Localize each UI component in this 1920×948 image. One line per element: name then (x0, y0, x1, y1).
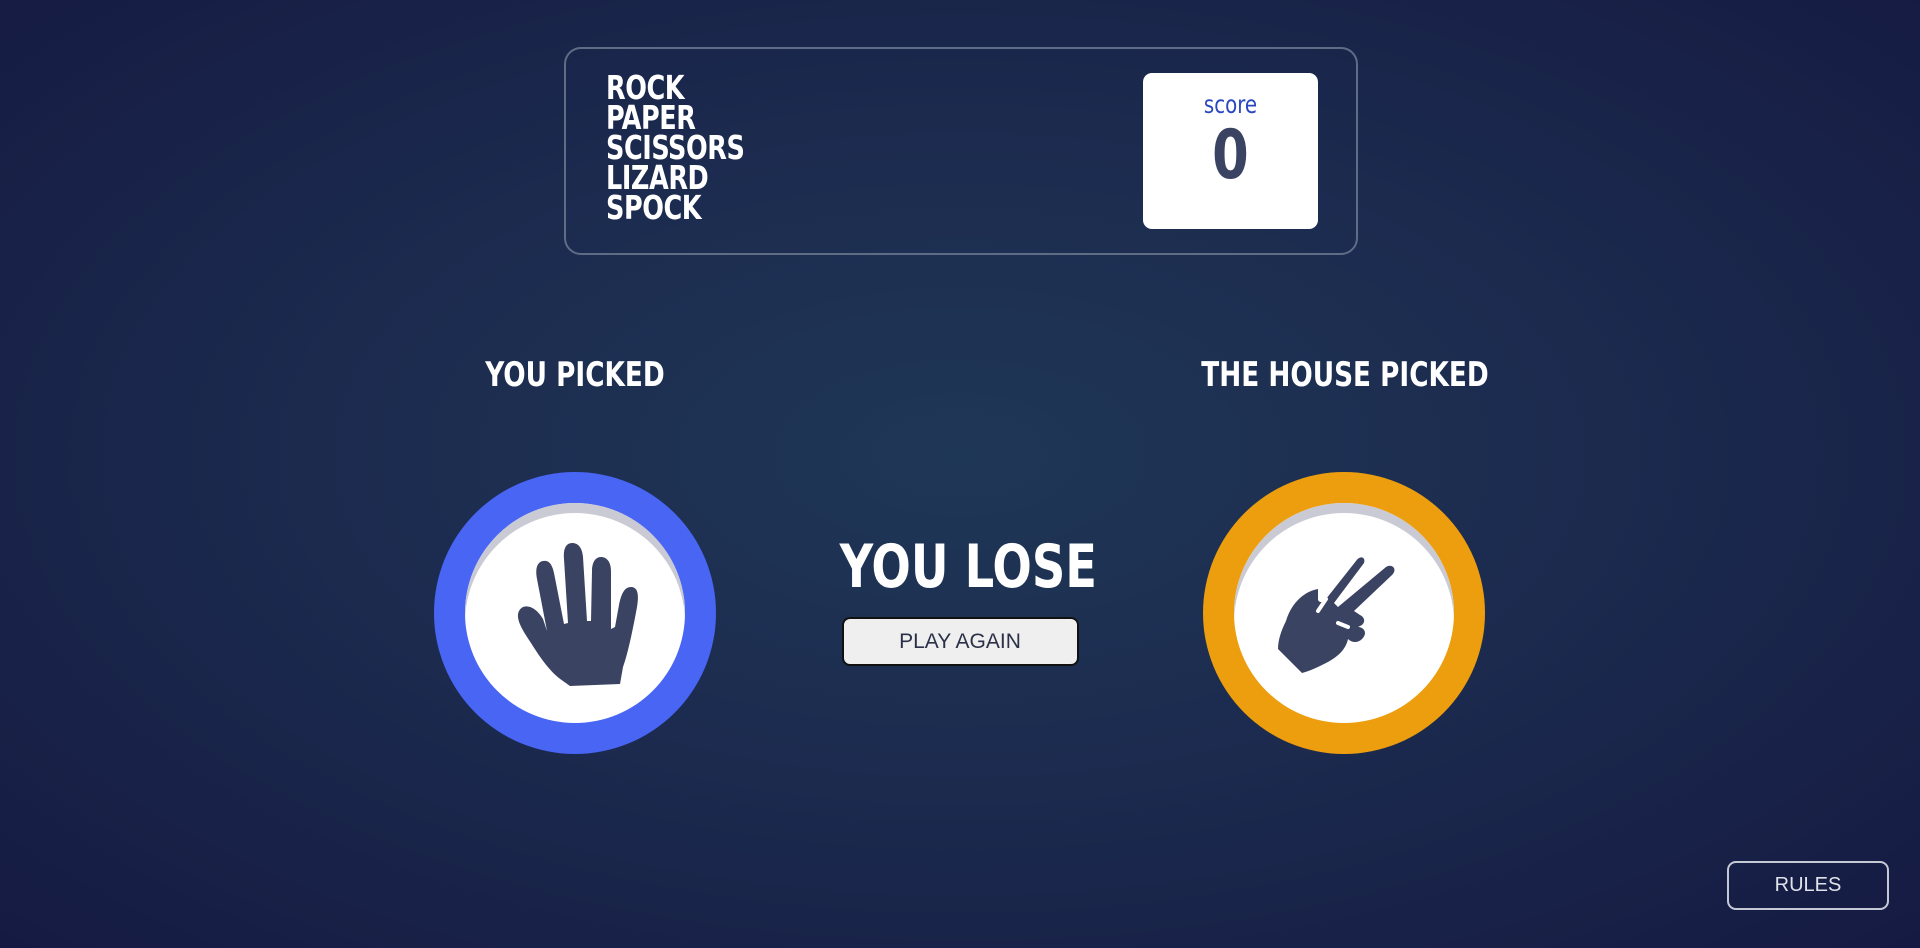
house-token-face (1234, 503, 1454, 723)
title-line-spock: SPOCK (606, 188, 702, 227)
game-title: ROCK PAPER SCISSORS LIZARD SPOCK (606, 71, 745, 227)
score-box: score 0 (1143, 73, 1318, 229)
player-token-face (465, 503, 685, 723)
scissors-hand-icon (1278, 557, 1395, 673)
player-pick-label: YOU PICKED (485, 355, 665, 395)
house-pick-label: THE HOUSE PICKED (1201, 355, 1489, 395)
play-again-button[interactable]: PLAY AGAIN (841, 617, 1079, 666)
result-panel: YOU LOSE PLAY AGAIN (820, 535, 1100, 666)
paper-hand-icon (517, 543, 638, 686)
result-text: YOU LOSE (839, 532, 1098, 602)
house-token-scissors (1203, 472, 1485, 754)
score-label: score (1203, 90, 1258, 119)
score-value: 0 (1212, 116, 1249, 195)
player-token-paper (434, 472, 716, 754)
game-header: ROCK PAPER SCISSORS LIZARD SPOCK score 0 (564, 47, 1358, 255)
rules-button[interactable]: RULES (1727, 861, 1889, 910)
